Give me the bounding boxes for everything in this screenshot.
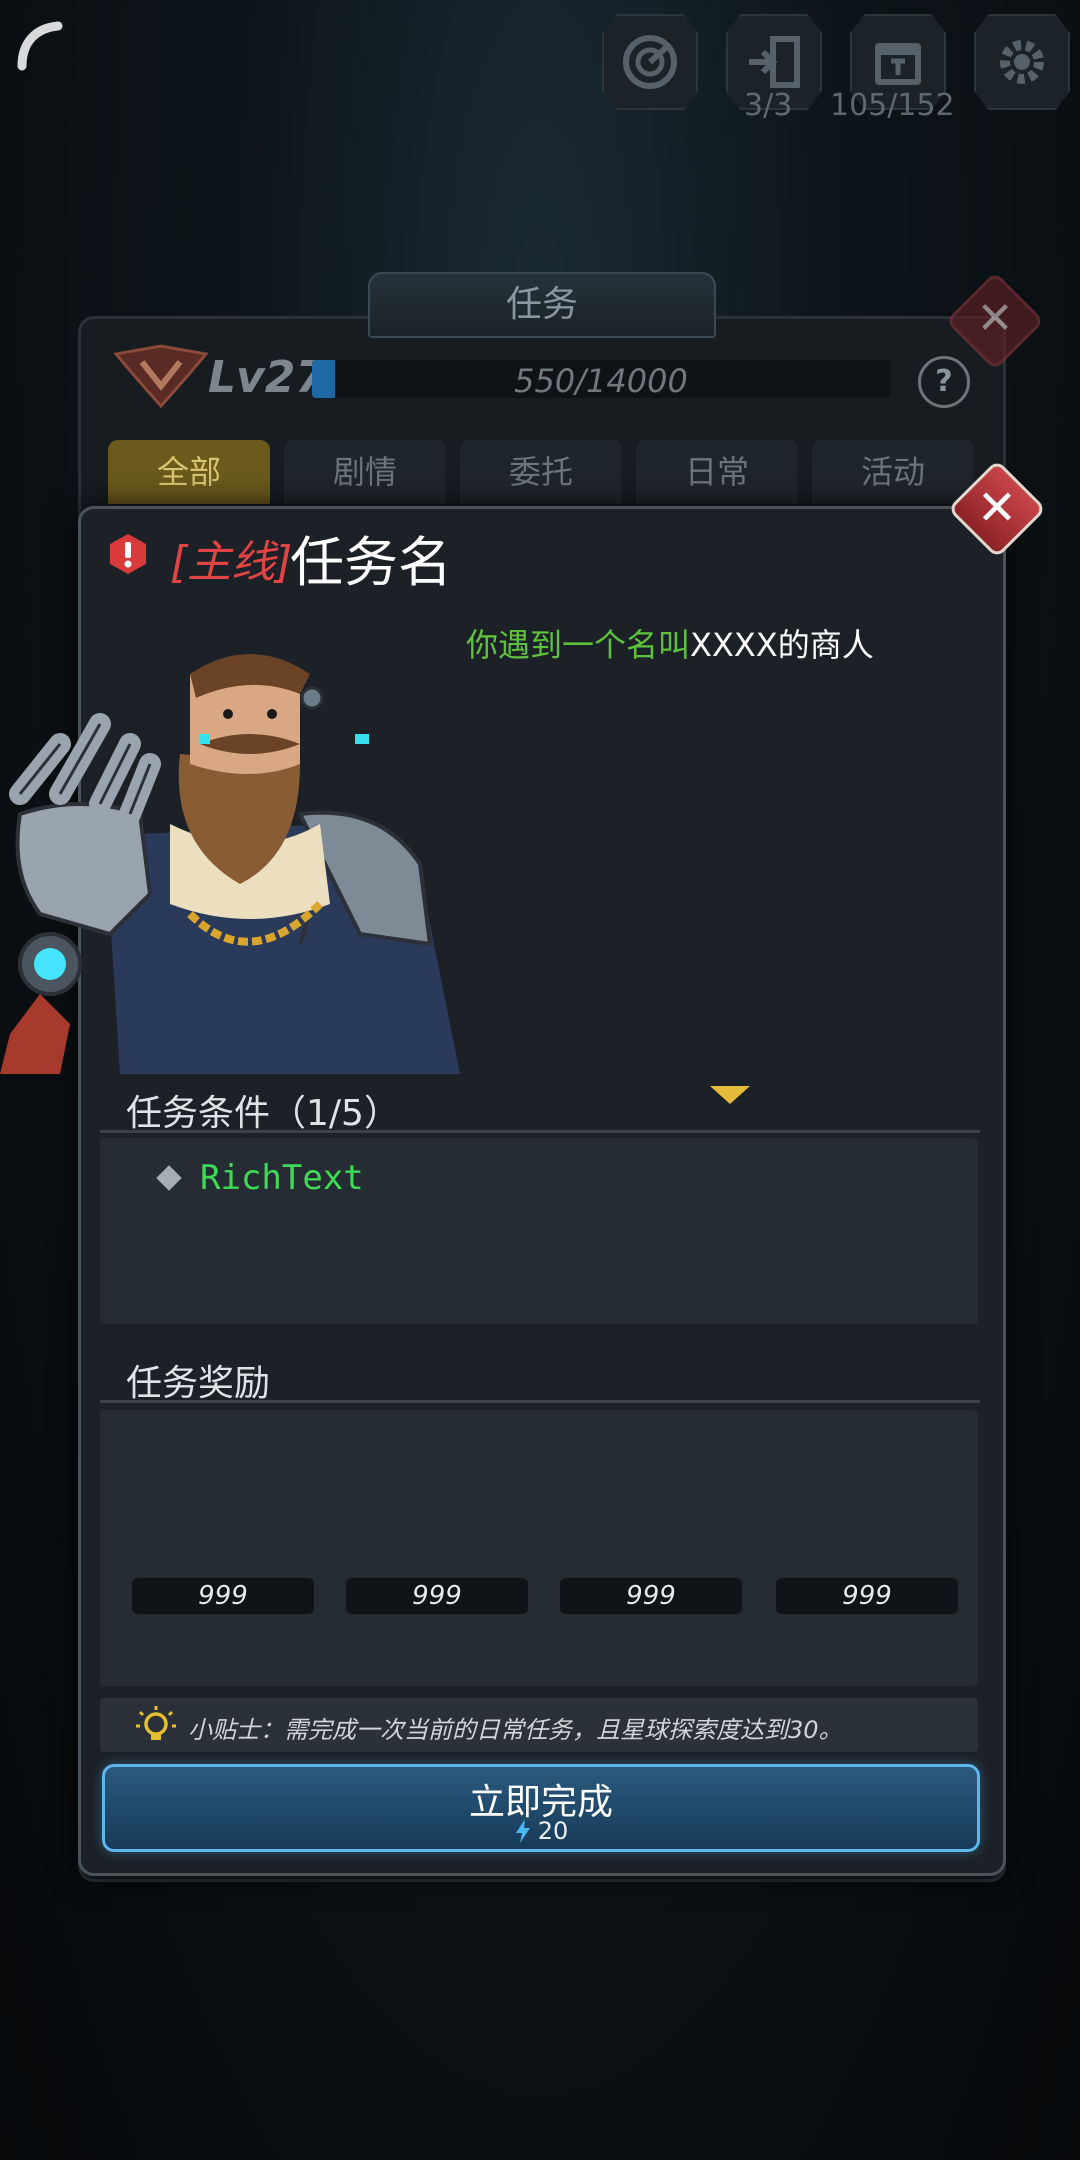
help-button[interactable]: ?: [918, 356, 970, 408]
rank-emblem-icon: [113, 344, 209, 409]
quest-tabs: 全部 剧情 委托 日常 活动: [108, 440, 974, 504]
tab-daily[interactable]: 日常: [636, 440, 798, 504]
energy-icon: [515, 1819, 530, 1843]
alert-icon: [110, 534, 146, 574]
reward-count: 999: [132, 1578, 314, 1614]
condition-item: RichText: [156, 1158, 364, 1198]
bullet-diamond-icon: [156, 1165, 182, 1191]
reward-count: 999: [560, 1578, 742, 1614]
tab-event[interactable]: 活动: [812, 440, 974, 504]
door-count: 3/3: [744, 88, 793, 123]
close-icon: ✕: [976, 293, 1014, 344]
reward-count: 999: [776, 1578, 958, 1614]
quest-description: 你遇到一个名叫XXXX的商人: [466, 620, 874, 666]
close-icon: ✕: [976, 480, 1018, 536]
radar-icon: [623, 35, 677, 89]
lightbulb-icon: [136, 1706, 176, 1740]
tab-story[interactable]: 剧情: [284, 440, 446, 504]
expand-arrow-icon[interactable]: [708, 1084, 752, 1106]
divider: [100, 1130, 980, 1133]
quest-panel-title: 任务: [368, 272, 716, 338]
door-icon: [749, 36, 800, 88]
tip-text: 小贴士：需完成一次当前的日常任务，且星球探索度达到30。: [188, 1716, 843, 1744]
npc-portrait: [0, 654, 460, 1074]
rewards-box: [100, 1410, 978, 1686]
quest-name: 任务名: [290, 531, 452, 594]
reward-count: 999: [346, 1578, 528, 1614]
cost-row: 20: [105, 1817, 977, 1845]
back-icon[interactable]: [14, 16, 74, 76]
energy-cost: 20: [537, 1817, 569, 1845]
player-level: Lv27: [208, 352, 326, 403]
quest-type-tag: [主线]: [170, 537, 293, 588]
rewards-title: 任务奖励: [126, 1363, 271, 1404]
tab-commission[interactable]: 委托: [460, 440, 622, 504]
complete-now-button[interactable]: 立即完成 20: [102, 1764, 980, 1852]
gear-icon: [1000, 40, 1044, 84]
divider: [100, 1400, 980, 1403]
settings-button[interactable]: [974, 14, 1070, 110]
tab-all[interactable]: 全部: [108, 440, 270, 504]
game-screen: 3/3 105/152 任务 ✕ Lv27 550/14000 ? 全部 剧情 …: [0, 0, 1080, 2160]
condition-text: RichText: [200, 1158, 364, 1198]
radar-button[interactable]: [602, 14, 698, 110]
xp-text: 550/14000: [514, 362, 688, 400]
quest-description-highlight: 你遇到一个名叫: [466, 626, 691, 664]
calendar-count: 105/152: [830, 88, 955, 123]
calendar-icon: [875, 43, 921, 85]
conditions-title: 任务条件（1/5）: [126, 1093, 400, 1134]
quest-description-rest: XXXX的商人: [690, 626, 874, 664]
